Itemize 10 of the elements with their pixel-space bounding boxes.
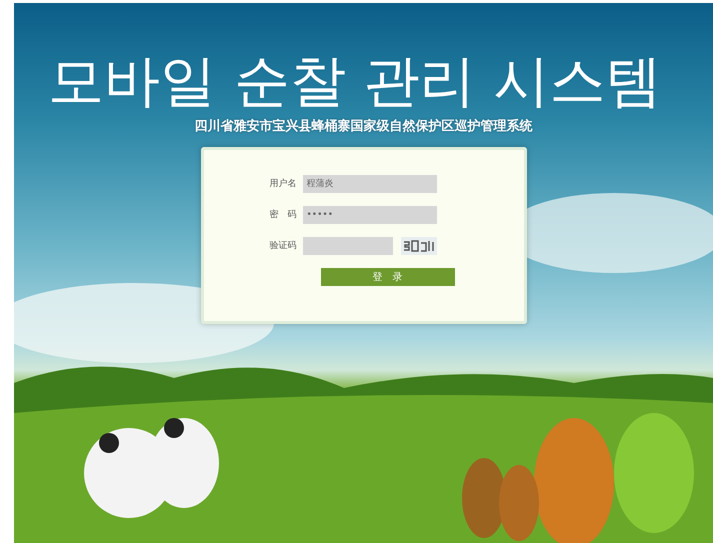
password-field[interactable]: ••••• [302, 206, 436, 224]
field-label: 密 码 [268, 208, 296, 222]
login-button[interactable]: 登 录 [320, 268, 454, 286]
username-field[interactable]: 程蒲炎 [302, 174, 436, 193]
field-label: 用户名 [268, 178, 296, 190]
slide-title: 모바일 순찰 관리 시스템 [48, 51, 662, 113]
system-title: 四川省雅安市宝兴县蜂桶寨国家级自然保护区巡护管理系统 [194, 118, 532, 135]
captcha-image[interactable] [400, 236, 436, 255]
field-label: 验证码 [268, 240, 296, 252]
captcha-field[interactable] [302, 236, 392, 255]
